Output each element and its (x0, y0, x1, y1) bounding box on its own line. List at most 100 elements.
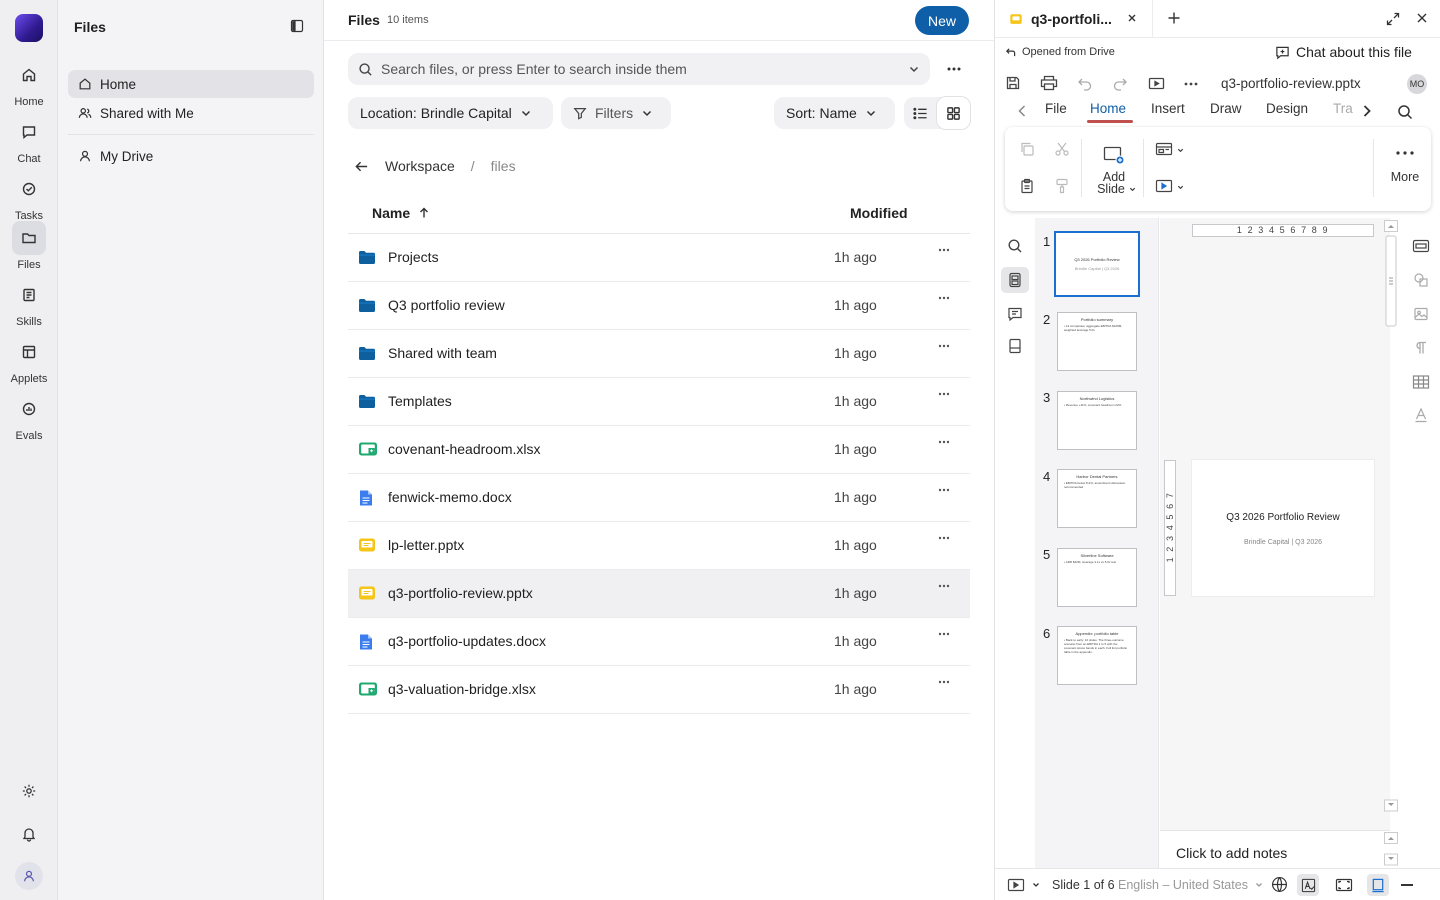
current-slide[interactable]: Q3 2026 Portfolio Review Brindle Capital… (1192, 460, 1374, 596)
sidebar-item-home[interactable]: Home (68, 70, 314, 98)
chat-about-file-button[interactable]: Chat about this file (1275, 44, 1412, 60)
row-more-icon[interactable] (938, 632, 950, 636)
rail-item-files[interactable]: Files (0, 221, 58, 271)
layout-icon[interactable] (1155, 141, 1173, 157)
table-row[interactable]: fenwick-memo.docx 1h ago (348, 474, 970, 522)
slideshow-icon[interactable] (1148, 76, 1165, 92)
sidebar-item-shared[interactable]: Shared with Me (68, 99, 314, 127)
row-more-icon[interactable] (938, 344, 950, 348)
slide-title[interactable]: Q3 2026 Portfolio Review (1192, 512, 1374, 523)
rail-item-home[interactable]: Home (0, 58, 58, 108)
row-more-icon[interactable] (938, 248, 950, 252)
table-row[interactable]: Projects 1h ago (348, 234, 970, 282)
rail-item-tasks[interactable]: Tasks (0, 172, 58, 222)
rail-item-skills[interactable]: Skills (0, 278, 58, 328)
opened-from-drive[interactable]: Opened from Drive (1005, 46, 1115, 58)
save-icon[interactable] (1005, 75, 1021, 91)
new-tab-icon[interactable] (1167, 11, 1181, 25)
file-name[interactable]: q3-portfolio-updates.docx (388, 633, 546, 649)
table-row[interactable]: q3-valuation-bridge.xlsx 1h ago (348, 666, 970, 714)
row-more-icon[interactable] (938, 296, 950, 300)
ribbon-tab-transitions[interactable]: Tra (1333, 101, 1353, 116)
table-icon[interactable] (1412, 374, 1430, 390)
file-name[interactable]: lp-letter.pptx (388, 537, 464, 553)
settings-icon[interactable] (17, 779, 41, 803)
file-name[interactable]: Templates (388, 393, 452, 409)
chevron-left-icon[interactable] (1017, 104, 1027, 118)
ribbon-tab-home[interactable]: Home (1090, 101, 1126, 116)
row-more-icon[interactable] (938, 536, 950, 540)
search-input[interactable] (381, 61, 901, 77)
comments-icon[interactable] (1007, 306, 1023, 322)
text-style-icon[interactable] (1414, 407, 1428, 423)
location-dropdown[interactable]: Location: Brindle Capital (348, 97, 553, 129)
file-name[interactable]: covenant-headroom.xlsx (388, 441, 541, 457)
ribbon-tab-draw[interactable]: Draw (1210, 101, 1242, 116)
close-panel-icon[interactable] (1416, 12, 1428, 24)
search-bar[interactable] (348, 53, 930, 85)
sidebar-item-my-drive[interactable]: My Drive (68, 142, 314, 170)
search-icon[interactable] (1397, 104, 1413, 120)
image-icon[interactable] (1413, 306, 1429, 322)
table-row[interactable]: covenant-headroom.xlsx 1h ago (348, 426, 970, 474)
add-slide-button[interactable]: Add Slide (1091, 143, 1137, 199)
row-more-icon[interactable] (938, 440, 950, 444)
file-name[interactable]: fenwick-memo.docx (388, 489, 512, 505)
ribbon-tab-file[interactable]: File (1045, 101, 1067, 116)
file-name[interactable]: Q3 portfolio review (388, 297, 505, 313)
present-icon[interactable] (1155, 178, 1173, 194)
chevron-down-icon[interactable] (908, 63, 920, 75)
print-icon[interactable] (1040, 75, 1058, 91)
notes-pane-icon[interactable] (1008, 338, 1022, 354)
chevron-down-icon[interactable] (1177, 147, 1184, 154)
rail-item-chat[interactable]: Chat (0, 115, 58, 165)
bell-icon[interactable] (17, 822, 41, 846)
table-row[interactable]: Shared with team 1h ago (348, 330, 970, 378)
notes-scrollbar[interactable] (1384, 832, 1398, 866)
breadcrumb-workspace[interactable]: Workspace (385, 158, 455, 174)
more-options-icon[interactable] (944, 60, 964, 78)
rail-item-evals[interactable]: Evals (0, 392, 58, 442)
list-view-icon[interactable] (904, 97, 937, 129)
column-header-name[interactable]: Name (372, 205, 430, 221)
cut-icon[interactable] (1054, 141, 1070, 157)
table-row[interactable]: Q3 portfolio review 1h ago (348, 282, 970, 330)
chevron-right-icon[interactable] (1362, 104, 1372, 118)
column-header-modified[interactable]: Modified (850, 205, 908, 221)
slide-thumbnail[interactable]: Northwind Logistics • Revenue +11%, cove… (1057, 391, 1137, 450)
slide-thumbnail[interactable]: Appendix: portfolio table • Back to earl… (1057, 626, 1137, 685)
file-name[interactable]: Projects (388, 249, 439, 265)
more-options-icon[interactable] (1184, 82, 1198, 86)
speaker-notes[interactable]: Click to add notes (1160, 830, 1390, 868)
ribbon-tab-insert[interactable]: Insert (1151, 101, 1185, 116)
more-button[interactable]: More (1379, 143, 1431, 193)
slides-panel-icon[interactable] (1001, 267, 1029, 293)
table-row[interactable]: q3-portfolio-updates.docx 1h ago (348, 618, 970, 666)
copy-icon[interactable] (1019, 141, 1035, 157)
slide-thumbnail[interactable]: Silverline Software • ARR $42M, leverage… (1057, 548, 1137, 607)
app-logo[interactable] (15, 14, 43, 42)
row-more-icon[interactable] (938, 680, 950, 684)
row-more-icon[interactable] (938, 584, 950, 588)
table-row[interactable]: q3-portfolio-review.pptx 1h ago (348, 570, 970, 618)
filters-dropdown[interactable]: Filters (561, 97, 671, 129)
expand-icon[interactable] (1386, 12, 1400, 26)
slide-thumbnail[interactable]: Portfolio summary • 14 companies; aggreg… (1057, 312, 1137, 371)
language-label[interactable]: English – United States (1118, 878, 1248, 892)
slideshow-start-icon[interactable] (1007, 878, 1025, 892)
back-arrow-icon[interactable] (354, 159, 369, 174)
rail-item-applets[interactable]: Applets (0, 335, 58, 385)
find-icon[interactable] (1007, 238, 1023, 254)
slide-subtitle[interactable]: Brindle Capital | Q3 2026 (1192, 539, 1374, 546)
redo-icon[interactable] (1112, 76, 1128, 92)
sort-dropdown[interactable]: Sort: Name (774, 97, 895, 129)
table-row[interactable]: Templates 1h ago (348, 378, 970, 426)
paste-icon[interactable] (1019, 178, 1035, 194)
ribbon-tab-design[interactable]: Design (1266, 101, 1308, 116)
accessibility-check-icon[interactable] (1297, 874, 1319, 896)
chevron-down-icon[interactable] (1032, 881, 1040, 889)
fit-slide-icon[interactable] (1335, 877, 1353, 893)
table-row[interactable]: lp-letter.pptx 1h ago (348, 522, 970, 570)
row-more-icon[interactable] (938, 392, 950, 396)
user-initials-avatar[interactable]: MO (1407, 74, 1427, 94)
